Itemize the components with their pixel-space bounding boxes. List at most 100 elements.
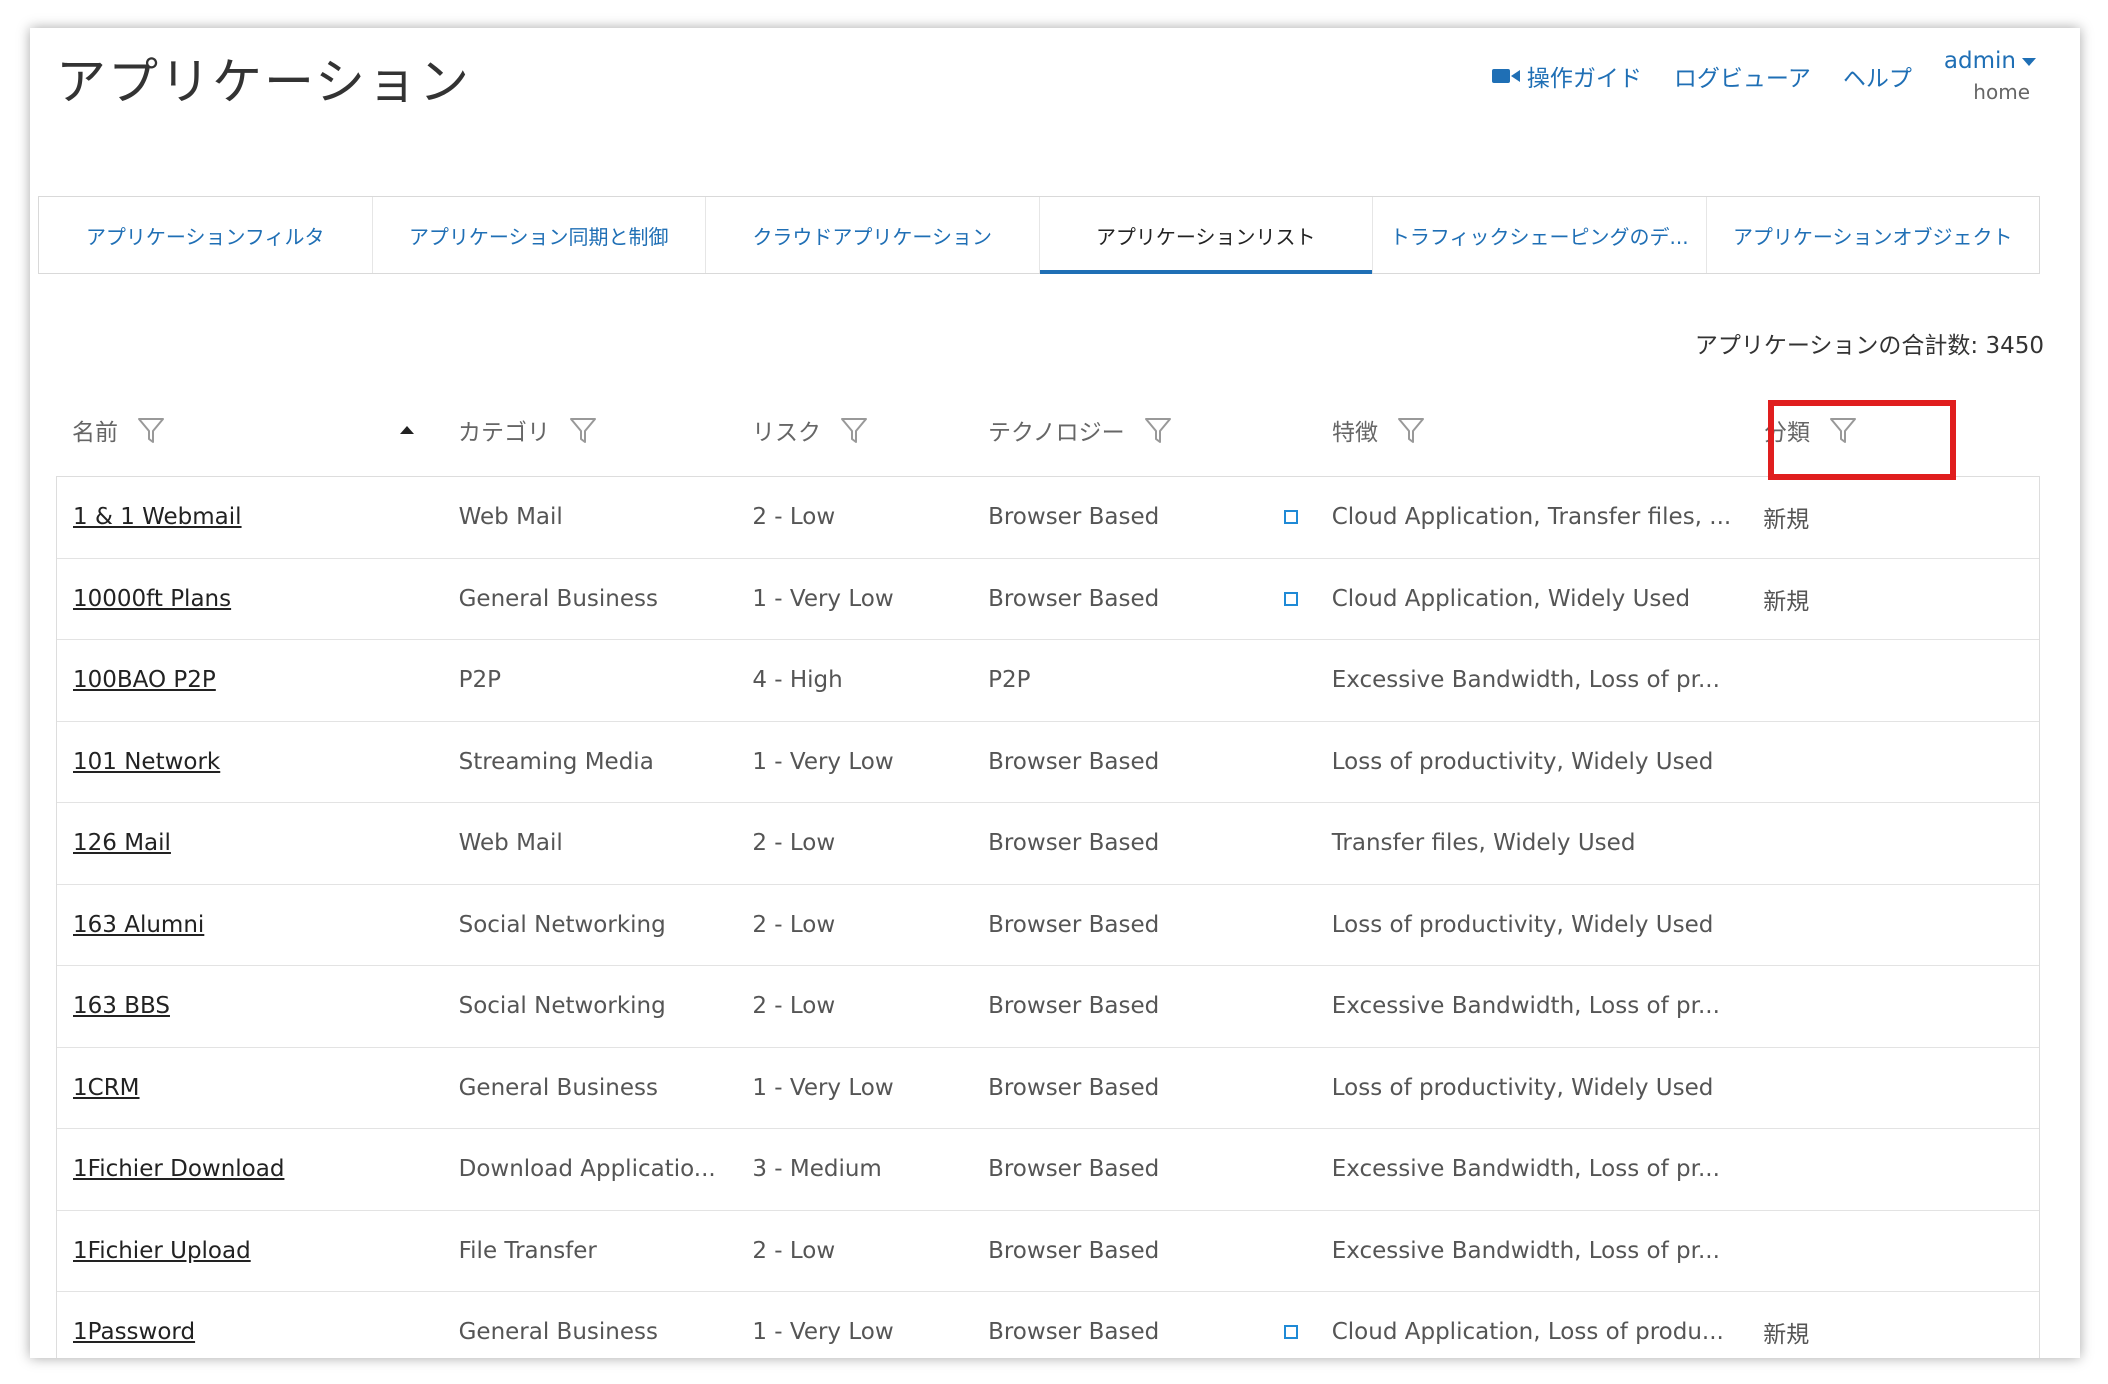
column-header-label: テクノロジー [988, 420, 1125, 446]
category-cell: File Transfer [458, 1237, 597, 1264]
features-cell: Transfer files, Widely Used [1331, 830, 1636, 857]
technology-value: Browser Based [988, 504, 1160, 531]
risk-cell: 1 - Very Low [752, 1319, 894, 1346]
tab-bar: アプリケーションフィルタ アプリケーション同期と制御 クラウドアプリケーション … [38, 196, 2040, 274]
risk-cell: 2 - Low [752, 830, 836, 857]
filter-icon[interactable] [568, 415, 598, 445]
admin-sub-label: home [1973, 80, 2030, 104]
app-name-link[interactable]: 163 Alumni [73, 912, 204, 938]
risk-cell: 2 - Low [752, 1237, 836, 1264]
category-cell: P2P [458, 667, 501, 694]
caret-down-icon [2022, 58, 2036, 66]
features-cell: Excessive Bandwidth, Loss of pr... [1331, 1237, 1720, 1264]
app-name-link[interactable]: 101 Network [73, 749, 220, 775]
header-links: 操作ガイド ログビューア ヘルプ admin home [1491, 48, 2036, 104]
table-row[interactable]: 1Password General Business 1 - Very Low … [57, 1292, 2039, 1358]
risk-cell: 2 - Low [752, 504, 836, 531]
filter-icon[interactable] [1143, 415, 1173, 445]
risk-cell: 1 - Very Low [752, 748, 894, 775]
guide-link-label: 操作ガイド [1526, 66, 1642, 92]
table-row[interactable]: 1CRM General Business 1 - Very Low Brows… [57, 1048, 2039, 1129]
tab-cloud-applications[interactable]: クラウドアプリケーション [706, 197, 1040, 273]
cloud-app-icon[interactable] [1283, 1325, 1298, 1340]
technology-value: Browser Based [988, 748, 1160, 775]
app-name-link[interactable]: 1 & 1 Webmail [73, 504, 242, 530]
tab-application-objects[interactable]: アプリケーションオブジェクト [1707, 197, 2040, 273]
technology-value: Browser Based [988, 1319, 1160, 1346]
technology-value: Browser Based [988, 1237, 1160, 1264]
tab-application-sync-control[interactable]: アプリケーション同期と制御 [373, 197, 706, 273]
features-cell: Loss of productivity, Widely Used [1331, 748, 1714, 775]
technology-cell: Browser Based [972, 993, 1316, 1019]
app-name-link[interactable]: 1CRM [73, 1075, 140, 1101]
category-cell: Social Networking [458, 911, 666, 938]
column-header-label: 分類 [1764, 420, 1810, 446]
technology-value: Browser Based [988, 1074, 1160, 1101]
table-row[interactable]: 1Fichier Upload File Transfer 2 - Low Br… [57, 1211, 2039, 1292]
column-header-features[interactable]: 特徴 [1316, 384, 1748, 476]
column-header-label: リスク [752, 420, 821, 446]
technology-value: Browser Based [988, 911, 1160, 938]
features-cell: Excessive Bandwidth, Loss of pr... [1331, 993, 1720, 1020]
category-cell: Download Applicatio... [458, 1156, 716, 1183]
column-header-category[interactable]: カテゴリ [442, 384, 736, 476]
app-name-link[interactable]: 1Fichier Upload [73, 1238, 251, 1264]
category-cell: Streaming Media [458, 748, 654, 775]
technology-cell: Browser Based [972, 830, 1316, 856]
column-header-technology[interactable]: テクノロジー [972, 384, 1316, 476]
cloud-app-icon[interactable] [1283, 510, 1298, 525]
cloud-app-icon[interactable] [1283, 591, 1298, 606]
app-name-link[interactable]: 100BAO P2P [73, 667, 216, 693]
technology-value: Browser Based [988, 993, 1160, 1020]
filter-icon[interactable] [839, 415, 869, 445]
table-row[interactable]: 163 BBS Social Networking 2 - Low Browse… [57, 966, 2039, 1048]
tab-application-filter[interactable]: アプリケーションフィルタ [39, 197, 373, 273]
table-row[interactable]: 1Fichier Download Download Applicatio...… [57, 1129, 2039, 1211]
column-header-classification[interactable]: 分類 [1748, 384, 2040, 476]
features-cell: Loss of productivity, Widely Used [1331, 911, 1714, 938]
app-name-link[interactable]: 163 BBS [73, 993, 170, 1019]
application-table: 名前 カテゴリ リスク テクノロジー 特徴 分類 1 & 1 Webmail W… [56, 384, 2040, 1358]
table-row[interactable]: 1 & 1 Webmail Web Mail 2 - Low Browser B… [57, 477, 2039, 559]
technology-cell: Browser Based [972, 504, 1316, 530]
table-row[interactable]: 163 Alumni Social Networking 2 - Low Bro… [57, 885, 2039, 966]
risk-cell: 1 - Very Low [752, 585, 894, 612]
tab-application-list[interactable]: アプリケーションリスト [1039, 197, 1373, 274]
features-cell: Excessive Bandwidth, Loss of pr... [1331, 1156, 1720, 1183]
classification-cell: 新規 [1763, 588, 1810, 615]
filter-icon[interactable] [136, 415, 166, 445]
category-cell: General Business [458, 1319, 658, 1346]
risk-cell: 2 - Low [752, 911, 836, 938]
app-name-link[interactable]: 126 Mail [73, 830, 171, 856]
app-name-link[interactable]: 1Fichier Download [73, 1156, 284, 1182]
features-cell: Excessive Bandwidth, Loss of pr... [1331, 667, 1720, 694]
table-row[interactable]: 10000ft Plans General Business 1 - Very … [57, 559, 2039, 640]
filter-icon[interactable] [1828, 415, 1858, 445]
tab-traffic-shaping[interactable]: トラフィックシェーピングのデ... [1373, 197, 1707, 273]
technology-cell: Browser Based [972, 912, 1316, 938]
help-link[interactable]: ヘルプ [1843, 59, 1912, 93]
log-viewer-link[interactable]: ログビューア [1674, 59, 1811, 93]
app-name-link[interactable]: 1Password [73, 1319, 195, 1345]
table-row[interactable]: 100BAO P2P P2P 4 - High P2P Excessive Ba… [57, 640, 2039, 722]
filter-icon[interactable] [1396, 415, 1426, 445]
column-header-risk[interactable]: リスク [736, 384, 972, 476]
features-cell: Cloud Application, Widely Used [1331, 585, 1691, 612]
column-header-name[interactable]: 名前 [56, 384, 442, 476]
category-cell: General Business [458, 585, 658, 612]
table-row[interactable]: 126 Mail Web Mail 2 - Low Browser Based … [57, 803, 2039, 885]
app-name-link[interactable]: 10000ft Plans [73, 586, 231, 612]
features-cell: Cloud Application, Transfer files, ... [1331, 504, 1732, 531]
sort-ascending-icon[interactable] [400, 426, 414, 434]
total-count: アプリケーションの合計数: 3450 [1694, 333, 2044, 359]
classification-cell: 新規 [1763, 1322, 1810, 1349]
technology-value: Browser Based [988, 585, 1160, 612]
admin-menu[interactable]: admin home [1944, 48, 2036, 104]
category-cell: Web Mail [458, 830, 563, 857]
table-header: 名前 カテゴリ リスク テクノロジー 特徴 分類 [56, 384, 2040, 480]
guide-link[interactable]: 操作ガイド [1491, 59, 1642, 93]
video-camera-icon [1491, 69, 1520, 83]
technology-cell: Browser Based [972, 1075, 1316, 1101]
technology-cell: Browser Based [972, 1156, 1316, 1182]
table-row[interactable]: 101 Network Streaming Media 1 - Very Low… [57, 722, 2039, 803]
